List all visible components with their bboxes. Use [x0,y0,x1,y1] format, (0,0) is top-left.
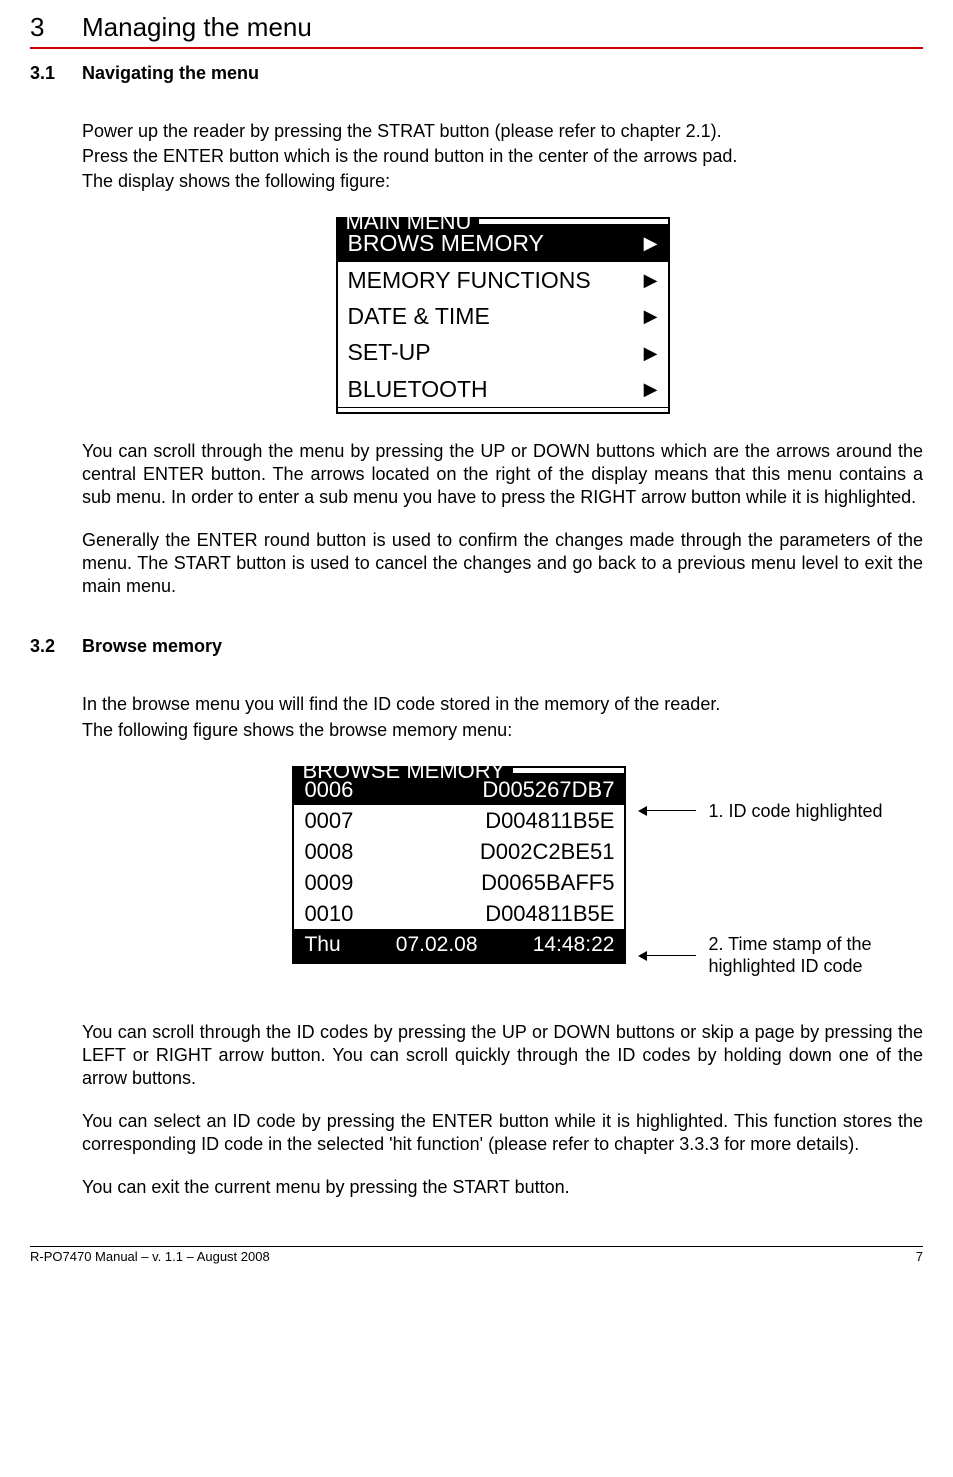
section-title: Navigating the menu [82,63,259,83]
paragraph: You can select an ID code by pressing th… [82,1110,923,1156]
annotation-text: 1. ID code highlighted [708,801,882,823]
memory-code: D005267DB7 [482,776,614,804]
menu-item-label: BROWS MEMORY [348,229,544,258]
memory-row[interactable]: 0009 D0065BAFF5 [294,867,624,898]
lcd-main-menu: MAIN MENU BROWS MEMORY ▶ MEMORY FUNCTION… [336,217,670,414]
memory-code: D004811B5E [485,900,614,928]
memory-index: 0007 [304,807,353,835]
menu-item-set-up[interactable]: SET-UP ▶ [338,334,668,370]
paragraph: You can scroll through the ID codes by p… [82,1021,923,1090]
chapter-heading: 3Managing the menu [30,12,923,45]
menu-item-brows-memory[interactable]: BROWS MEMORY ▶ [338,225,668,261]
memory-index: 0010 [304,900,353,928]
arrow-left-icon [636,950,696,962]
lcd-timestamp-bar: Thu 07.02.08 14:48:22 [294,929,624,962]
annotation-text: 2. Time stamp of the highlighted ID code [708,934,871,977]
paragraph: Generally the ENTER round button is used… [82,529,923,598]
menu-item-date-time[interactable]: DATE & TIME ▶ [338,298,668,334]
lcd-title: BROWSE MEMORY [294,768,513,773]
lcd-title: MAIN MENU [338,219,480,224]
menu-item-bluetooth[interactable]: BLUETOOTH ▶ [338,371,668,407]
memory-row[interactable]: 0008 D002C2BE51 [294,836,624,867]
paragraph: You can scroll through the menu by press… [82,440,923,509]
section-title: Browse memory [82,636,222,656]
memory-code: D004811B5E [485,807,614,835]
chevron-right-icon: ▶ [644,342,658,365]
chevron-right-icon: ▶ [644,269,658,292]
menu-item-label: SET-UP [348,338,431,367]
memory-code: D0065BAFF5 [481,869,614,897]
paragraph: You can exit the current menu by pressin… [82,1176,923,1199]
section-heading-3-2: 3.2Browse memory [30,636,923,657]
memory-index: 0008 [304,838,353,866]
paragraph: The following figure shows the browse me… [82,719,923,742]
memory-row[interactable]: 0010 D004811B5E [294,898,624,929]
section-number: 3.2 [30,636,82,657]
lcd-browse-memory: BROWSE MEMORY 0006 D005267DB7 0007 D0048… [292,766,626,965]
chevron-right-icon: ▶ [644,305,658,328]
chapter-rule [30,47,923,49]
menu-item-label: BLUETOOTH [348,375,488,404]
chevron-right-icon: ▶ [644,232,658,255]
chapter-title: Managing the menu [82,12,312,42]
annotation-2: 2. Time stamp of the highlighted ID code [636,934,882,977]
footer-left: R-PO7470 Manual – v. 1.1 – August 2008 [30,1249,270,1264]
paragraph: In the browse menu you will find the ID … [82,693,923,716]
paragraph: Press the ENTER button which is the roun… [82,145,923,168]
section-number: 3.1 [30,63,82,84]
arrow-left-icon [636,805,696,817]
menu-item-label: DATE & TIME [348,302,490,331]
timestamp-day: Thu [304,932,340,959]
footer-rule [30,1246,923,1247]
memory-code: D002C2BE51 [480,838,615,866]
timestamp-time: 14:48:22 [533,932,615,959]
paragraph: Power up the reader by pressing the STRA… [82,120,923,143]
chapter-number: 3 [30,12,82,43]
page-footer: R-PO7470 Manual – v. 1.1 – August 2008 7 [30,1249,923,1264]
chevron-right-icon: ▶ [644,378,658,401]
paragraph: The display shows the following figure: [82,170,923,193]
timestamp-date: 07.02.08 [396,932,478,959]
lcd-footer-line [338,407,668,412]
section-heading-3-1: 3.1Navigating the menu [30,63,923,84]
annotation-1: 1. ID code highlighted [636,801,882,823]
memory-index: 0009 [304,869,353,897]
menu-item-memory-functions[interactable]: MEMORY FUNCTIONS ▶ [338,262,668,298]
memory-row[interactable]: 0007 D004811B5E [294,805,624,836]
menu-item-label: MEMORY FUNCTIONS [348,266,591,295]
memory-index: 0006 [304,776,353,804]
footer-page-number: 7 [916,1249,923,1264]
